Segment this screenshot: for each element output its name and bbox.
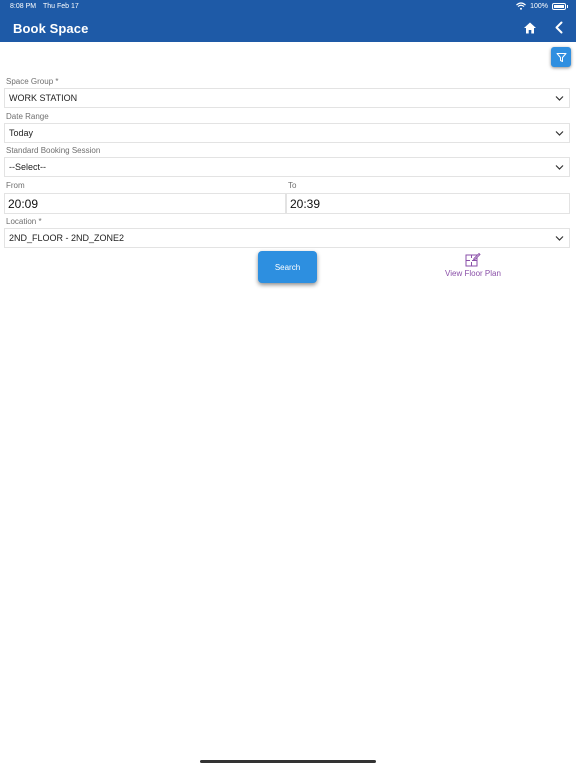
booking-session-value: --Select-- [9, 162, 47, 172]
date-range-select[interactable]: Today [4, 123, 570, 143]
wifi-icon [516, 2, 526, 10]
date-range-label: Date Range [6, 112, 49, 121]
space-group-value: WORK STATION [9, 93, 78, 103]
date-range-value: Today [9, 128, 34, 138]
booking-session-select[interactable]: --Select-- [4, 157, 570, 177]
book-space-screen: 8:08 PM Thu Feb 17 100% Book Space Space… [0, 0, 576, 768]
location-label: Location * [6, 217, 42, 226]
search-button[interactable]: Search [258, 251, 317, 283]
space-group-select[interactable]: WORK STATION [4, 88, 570, 108]
view-floor-plan-link[interactable]: View Floor Plan [440, 252, 506, 278]
status-indicators: 100% [516, 2, 568, 10]
status-bar: 8:08 PM Thu Feb 17 100% [0, 0, 576, 13]
from-time-value: 20:09 [8, 197, 39, 211]
to-time-value: 20:39 [290, 197, 321, 211]
space-group-label: Space Group * [6, 77, 59, 86]
to-time-input[interactable]: 20:39 [286, 193, 570, 214]
status-time: 8:08 PM [10, 3, 37, 10]
home-icon[interactable] [523, 21, 537, 35]
view-floor-plan-label: View Floor Plan [445, 269, 501, 278]
page-title: Book Space [13, 21, 89, 36]
filter-icon [556, 52, 566, 62]
home-indicator [200, 760, 376, 763]
status-date: Thu Feb 17 [43, 3, 79, 10]
chevron-left-icon[interactable] [552, 20, 566, 35]
from-label: From [6, 181, 25, 190]
app-header: 8:08 PM Thu Feb 17 100% Book Space [0, 0, 576, 42]
floor-plan-icon [465, 252, 481, 267]
battery-icon [552, 2, 568, 10]
chevron-down-icon [555, 96, 564, 101]
to-label: To [288, 181, 297, 190]
location-select[interactable]: 2ND_FLOOR - 2ND_ZONE2 [4, 228, 570, 248]
chevron-down-icon [555, 165, 564, 170]
booking-session-label: Standard Booking Session [6, 146, 101, 155]
chevron-down-icon [555, 131, 564, 136]
location-value: 2ND_FLOOR - 2ND_ZONE2 [9, 233, 125, 243]
from-time-input[interactable]: 20:09 [4, 193, 286, 214]
chevron-down-icon [555, 236, 564, 241]
battery-percent: 100% [530, 2, 548, 10]
filter-button[interactable] [551, 47, 571, 67]
